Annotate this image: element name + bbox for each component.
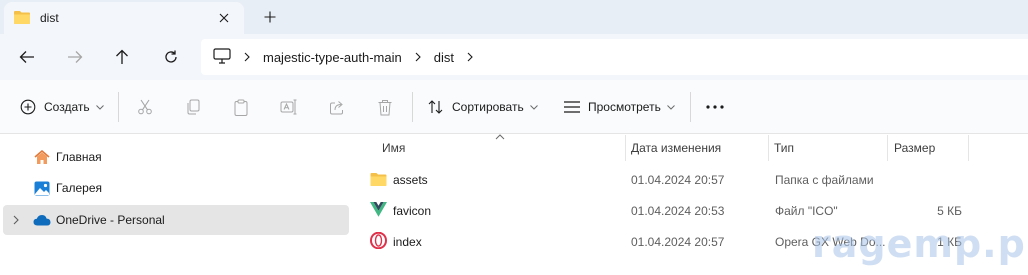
view-label: Просмотреть [588, 100, 661, 114]
chevron-down-icon [95, 104, 104, 110]
file-date: 01.04.2024 20:53 [631, 204, 725, 218]
column-header-type[interactable]: Тип [768, 135, 888, 161]
more-options-button[interactable] [702, 94, 728, 120]
tab-strip: dist [0, 0, 1028, 34]
create-label: Создать [44, 100, 90, 114]
arrow-right-icon [68, 51, 83, 63]
more-icon [706, 105, 724, 109]
cut-button[interactable] [132, 94, 158, 120]
sidebar-item-label: Галерея [56, 181, 103, 195]
sidebar-item-label: OneDrive - Personal [56, 213, 165, 227]
refresh-icon [165, 50, 177, 63]
chevron-down-icon [529, 104, 538, 110]
separator [690, 92, 691, 122]
file-date: 01.04.2024 20:57 [631, 235, 725, 249]
forward-button[interactable] [61, 44, 89, 70]
sidebar-item-onedrive[interactable]: OneDrive - Personal [3, 205, 349, 235]
breadcrumb-item[interactable]: dist [434, 50, 454, 65]
file-row-assets[interactable]: assets 01.04.2024 20:57 Папка с файлами [352, 165, 1028, 195]
watermark: ragemp.pro [812, 222, 1028, 266]
clipboard-icon [234, 99, 248, 116]
arrow-up-icon [116, 49, 128, 64]
up-button[interactable] [108, 44, 136, 70]
computer-icon [213, 47, 231, 67]
column-label: Дата изменения [631, 141, 722, 155]
home-icon [33, 148, 51, 166]
copy-icon [187, 99, 200, 115]
rename-icon [280, 99, 297, 115]
sidebar-item-gallery[interactable]: Галерея [3, 173, 349, 203]
breadcrumb-separator[interactable] [407, 47, 429, 67]
sort-label: Сортировать [452, 100, 524, 114]
file-date: 01.04.2024 20:57 [631, 173, 725, 187]
paste-button[interactable] [228, 94, 254, 120]
close-tab-button[interactable] [214, 8, 234, 28]
sort-button[interactable]: Сортировать [428, 94, 538, 120]
column-header-date[interactable]: Дата изменения [625, 135, 769, 161]
plus-circle-icon [20, 99, 36, 115]
tab-title: dist [40, 11, 59, 25]
scissors-icon [138, 99, 152, 115]
arrow-left-icon [19, 51, 34, 63]
create-button[interactable]: Создать [20, 94, 104, 120]
cloud-icon [33, 211, 51, 229]
separator [412, 92, 413, 122]
chevron-right-icon [467, 52, 473, 62]
chevron-down-icon [666, 104, 675, 110]
delete-button[interactable] [372, 94, 398, 120]
new-tab-button[interactable] [258, 6, 282, 28]
navigation-bar: majestic-type-auth-main dist [0, 34, 1028, 80]
gallery-icon [33, 179, 51, 197]
list-view-icon [564, 101, 580, 113]
share-button[interactable] [324, 94, 350, 120]
address-bar[interactable]: majestic-type-auth-main dist [201, 39, 1028, 75]
folder-icon [370, 172, 387, 189]
tab-dist[interactable]: dist [4, 2, 244, 34]
column-header-size[interactable]: Размер [888, 135, 969, 161]
close-icon [219, 13, 229, 23]
separator [118, 92, 119, 122]
refresh-button[interactable] [157, 44, 185, 70]
sort-icon [428, 100, 443, 114]
chevron-right-icon [415, 52, 421, 62]
breadcrumb-item[interactable]: majestic-type-auth-main [263, 50, 402, 65]
trash-icon [378, 99, 392, 115]
sidebar-item-label: Главная [56, 150, 102, 164]
sidebar-item-home[interactable]: Главная [3, 142, 349, 172]
file-size [910, 165, 962, 195]
back-button[interactable] [13, 44, 41, 70]
column-label: Размер [894, 141, 936, 155]
folder-icon [14, 10, 30, 27]
command-bar: Создать Сортировать Просмотреть [0, 80, 1028, 134]
breadcrumb-separator[interactable] [236, 47, 258, 67]
sort-ascending-icon [495, 129, 505, 143]
file-name: assets [393, 173, 428, 187]
vue-logo-icon [370, 202, 387, 220]
chevron-right-icon [244, 52, 250, 62]
view-button[interactable]: Просмотреть [564, 94, 675, 120]
file-name: index [393, 235, 422, 249]
file-name: favicon [393, 204, 432, 218]
breadcrumb-separator[interactable] [459, 47, 481, 67]
plus-icon [264, 11, 276, 23]
opera-icon [370, 231, 387, 252]
copy-button[interactable] [180, 94, 206, 120]
share-icon [330, 101, 343, 115]
file-type: Папка с файлами [775, 173, 874, 187]
column-label: Имя [382, 141, 406, 155]
column-label: Тип [774, 141, 795, 155]
expand-chevron-icon[interactable] [9, 215, 23, 225]
rename-button[interactable] [276, 94, 302, 120]
